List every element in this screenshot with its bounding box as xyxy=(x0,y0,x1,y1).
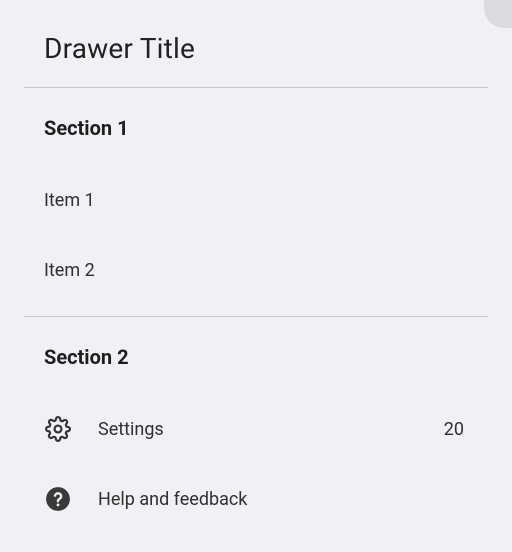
drawer-item-help-and-feedback[interactable]: Help and feedback xyxy=(0,471,512,527)
drawer-item-label: Help and feedback xyxy=(98,489,468,510)
drawer-item-label: Settings xyxy=(98,419,444,440)
drawer-item-label: Item 1 xyxy=(44,190,468,211)
drawer-item-label: Item 2 xyxy=(44,260,468,281)
gear-icon xyxy=(44,415,72,443)
drawer-header: Drawer Title xyxy=(0,0,512,87)
drawer-item-badge: 20 xyxy=(444,419,464,440)
section-header-1: Section 1 xyxy=(0,88,512,150)
drawer-item-settings[interactable]: Settings 20 xyxy=(0,401,512,457)
drawer-title: Drawer Title xyxy=(44,32,468,65)
help-icon xyxy=(44,485,72,513)
section-header-2: Section 2 xyxy=(0,317,512,379)
navigation-drawer: Drawer Title Section 1 Item 1 Item 2 Sec… xyxy=(0,0,512,527)
drawer-item-item-1[interactable]: Item 1 xyxy=(0,172,512,228)
drawer-item-item-2[interactable]: Item 2 xyxy=(0,242,512,298)
